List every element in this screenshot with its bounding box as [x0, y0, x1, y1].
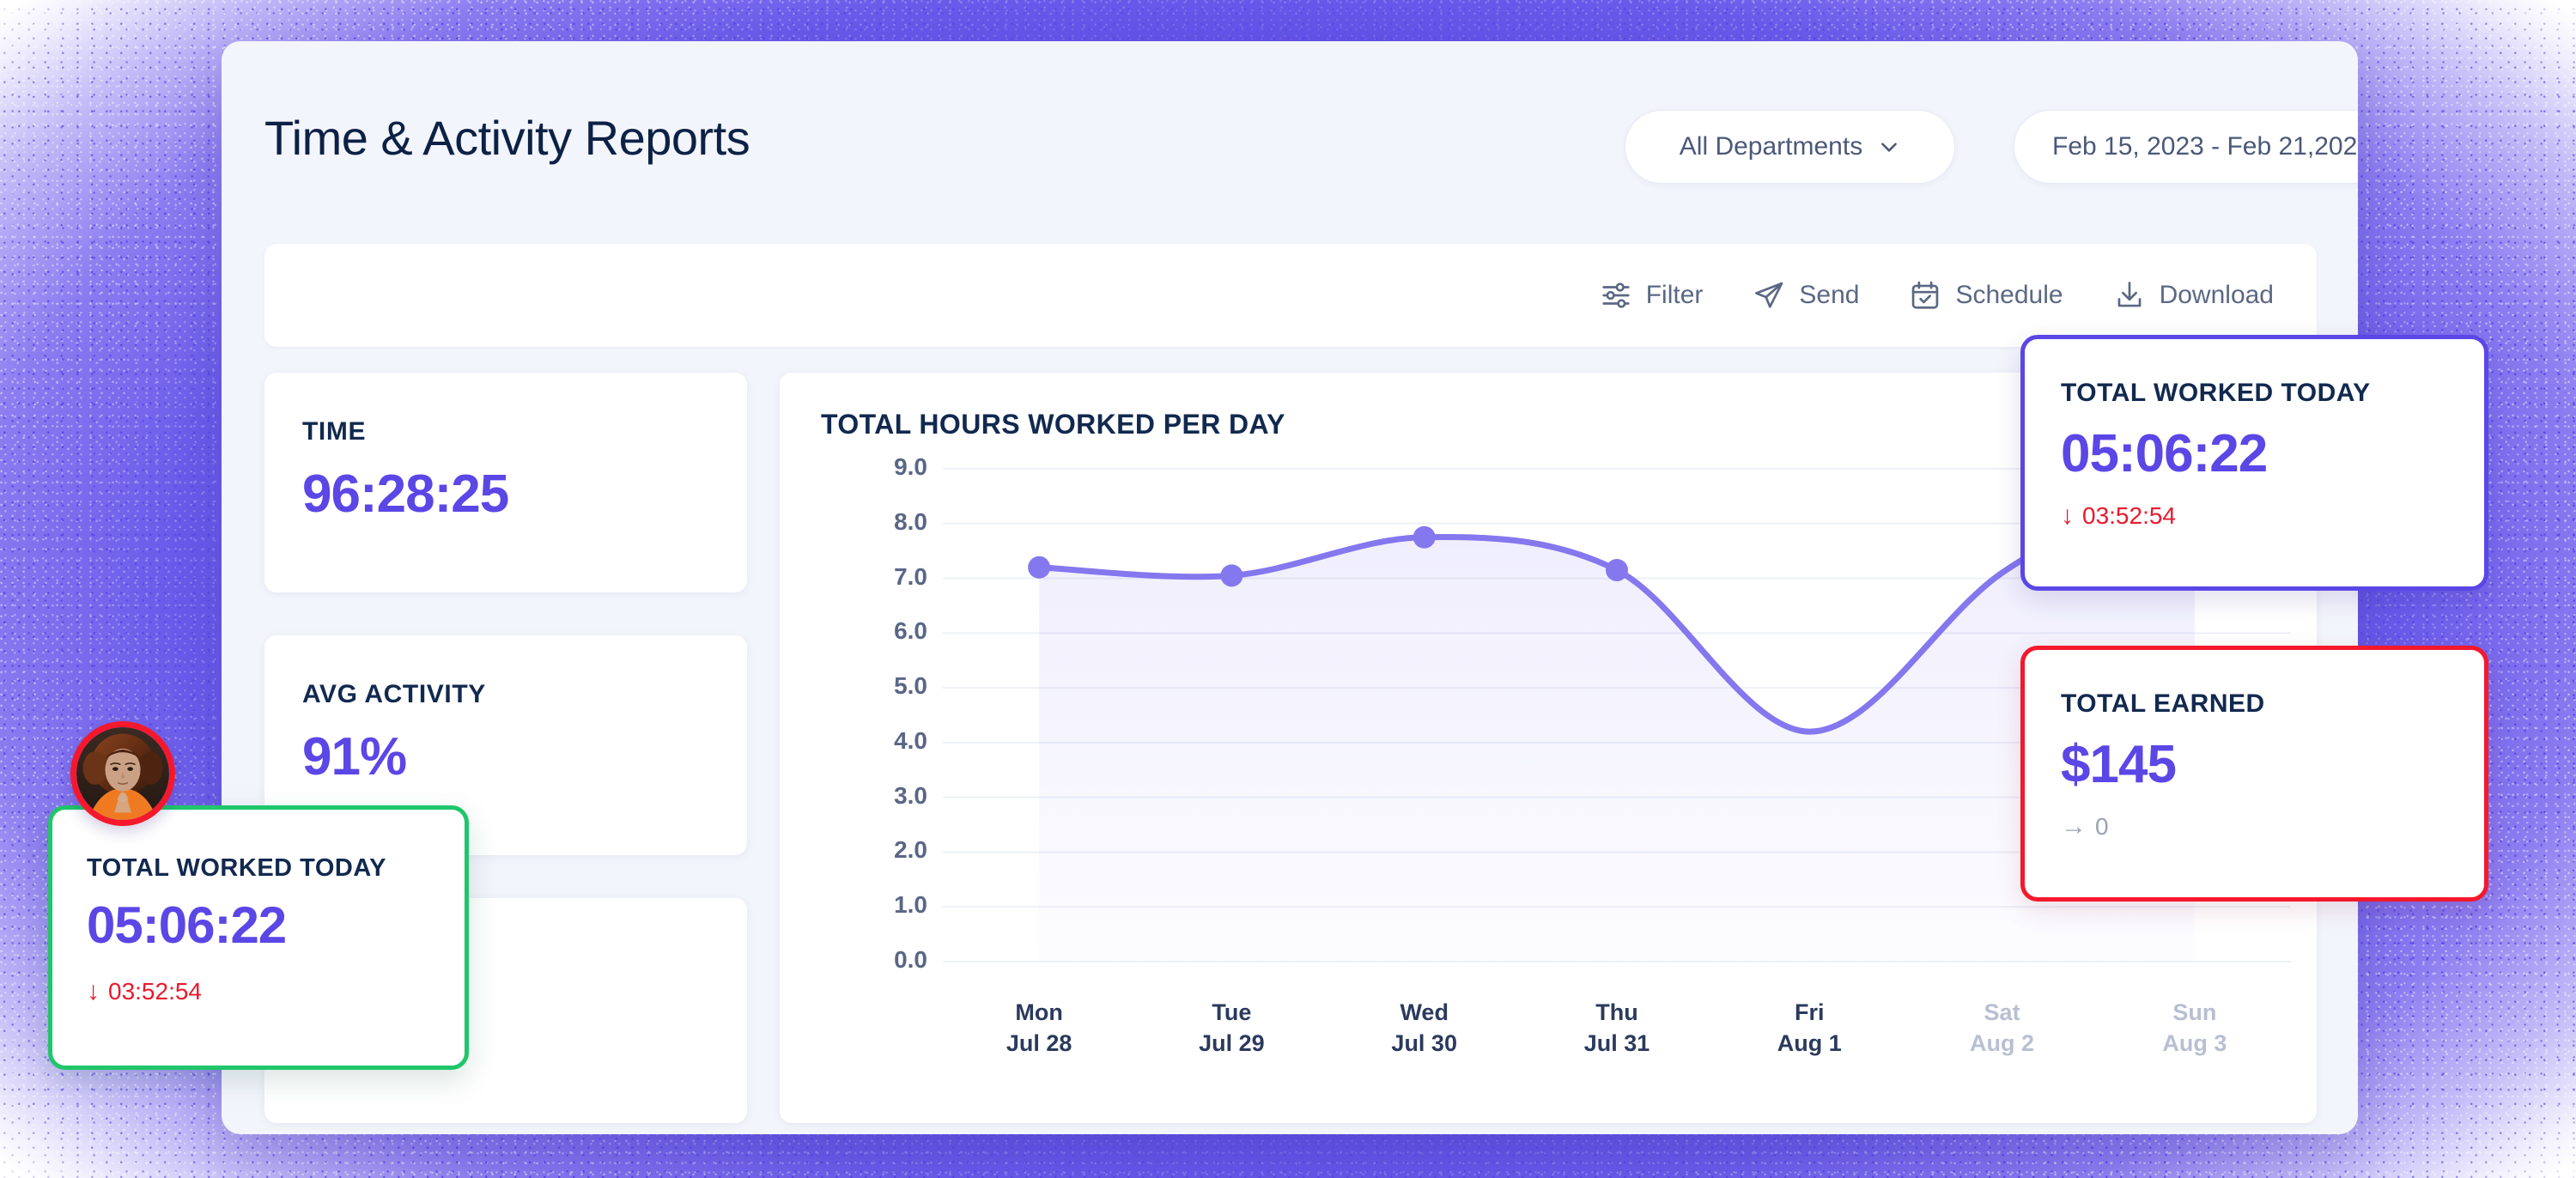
x-axis-date-label: Jul 31: [1583, 1029, 1650, 1056]
x-axis-day-label: Tue: [1212, 999, 1252, 1025]
y-axis-tick-label: 9.0: [894, 453, 927, 480]
callout-label: TOTAL WORKED TODAY: [2061, 379, 2371, 407]
avatar-photo: [76, 727, 169, 820]
y-axis-tick-label: 4.0: [894, 726, 927, 754]
x-axis-date-label: Aug 3: [2162, 1029, 2227, 1056]
y-axis-tick-label: 1.0: [894, 891, 927, 919]
x-axis-tick: Mon Jul 28: [953, 998, 1125, 1059]
x-axis-date-label: Aug 2: [1970, 1029, 2035, 1056]
x-axis-date-label: Jul 29: [1199, 1029, 1265, 1056]
stat-label-time: TIME: [302, 417, 367, 446]
schedule-label: Schedule: [1955, 281, 2063, 309]
y-axis-tick-label: 3.0: [894, 781, 927, 809]
callout-label: TOTAL EARNED: [2061, 689, 2265, 718]
panel-header: Time & Activity Reports All Departments …: [222, 41, 2358, 213]
stat-label-avg-activity: AVG ACTIVITY: [302, 680, 486, 708]
y-axis-tick-label: 7.0: [894, 562, 927, 590]
toolbar-actions: Filter Send Schedule Download: [1600, 244, 2274, 347]
filter-button[interactable]: Filter: [1600, 279, 1704, 312]
chevron-down-icon: [1878, 136, 1900, 158]
x-axis-date-label: Jul 28: [1005, 1029, 1072, 1056]
x-axis-tick: Fri Aug 1: [1723, 998, 1895, 1059]
stat-value-time: 96:28:25: [302, 465, 509, 524]
x-axis-tick: Thu Jul 31: [1531, 998, 1703, 1059]
stat-value-avg-activity: 91%: [302, 727, 407, 786]
callout-label: TOTAL WORKED TODAY: [87, 854, 386, 882]
toolbar: Filter Send Schedule Download: [264, 244, 2317, 347]
x-axis-tick: Wed Jul 30: [1339, 998, 1510, 1059]
y-axis-tick-label: 0.0: [894, 946, 927, 973]
x-axis-day-label: Wed: [1400, 999, 1449, 1025]
y-axis-tick-label: 5.0: [894, 672, 927, 700]
download-label: Download: [2159, 281, 2274, 309]
x-axis-day-label: Mon: [1015, 999, 1063, 1025]
callout-value: 05:06:22: [2061, 424, 2268, 483]
x-axis-tick: Sat Aug 2: [1917, 998, 2088, 1059]
schedule-button[interactable]: Schedule: [1909, 279, 2063, 312]
filter-label: Filter: [1645, 281, 1704, 309]
callout-delta: ↓ 03:52:54: [2061, 502, 2176, 530]
callout-delta-value: 03:52:54: [108, 978, 202, 1005]
callout-value: 05:06:22: [87, 896, 287, 954]
x-axis-day-label: Fri: [1795, 999, 1825, 1025]
callout-total-worked-today-left: TOTAL WORKED TODAY 05:06:22 ↓ 03:52:54: [48, 805, 469, 1070]
callout-value: $145: [2061, 735, 2177, 794]
y-axis-tick-label: 8.0: [894, 507, 927, 535]
stat-card-time: TIME 96:28:25: [264, 373, 747, 592]
x-axis-day-label: Sat: [1984, 999, 2020, 1025]
y-axis-tick-label: 6.0: [894, 617, 927, 645]
arrow-down-icon: ↓: [87, 977, 100, 1005]
calendar-check-icon: [1909, 279, 1941, 312]
date-range-dropdown[interactable]: Feb 15, 2023 - Feb 21,2023: [2014, 110, 2358, 184]
x-axis-tick: Sun Aug 3: [2109, 998, 2281, 1059]
x-axis-day-label: Thu: [1595, 999, 1638, 1025]
x-axis-day-label: Sun: [2172, 999, 2217, 1025]
send-button[interactable]: Send: [1753, 279, 1859, 312]
x-axis-tick: Tue Jul 29: [1145, 998, 1317, 1059]
user-avatar[interactable]: [70, 721, 175, 826]
callout-total-earned: TOTAL EARNED $145 → 0: [2020, 646, 2488, 902]
callout-delta: → 0: [2061, 813, 2109, 841]
page-title: Time & Activity Reports: [264, 111, 750, 165]
download-tray-icon: [2113, 279, 2146, 312]
department-filter-value: All Departments: [1679, 132, 1863, 161]
arrow-right-icon: →: [2061, 812, 2087, 841]
send-label: Send: [1799, 281, 1860, 309]
download-button[interactable]: Download: [2113, 279, 2274, 312]
y-axis-tick-label: 2.0: [894, 836, 927, 864]
department-filter-dropdown[interactable]: All Departments: [1625, 110, 1955, 184]
filter-sliders-icon: [1600, 279, 1632, 312]
callout-delta: ↓ 03:52:54: [87, 978, 202, 1005]
callout-delta-value: 03:52:54: [2082, 502, 2176, 529]
date-range-value: Feb 15, 2023 - Feb 21,2023: [2052, 132, 2358, 161]
callout-total-worked-today-right: TOTAL WORKED TODAY 05:06:22 ↓ 03:52:54: [2020, 335, 2488, 591]
callout-delta-value: 0: [2095, 813, 2109, 840]
x-axis-date-label: Jul 30: [1391, 1029, 1457, 1056]
x-axis-date-label: Aug 1: [1777, 1029, 1842, 1056]
paper-plane-icon: [1753, 279, 1785, 312]
arrow-down-icon: ↓: [2061, 501, 2074, 530]
